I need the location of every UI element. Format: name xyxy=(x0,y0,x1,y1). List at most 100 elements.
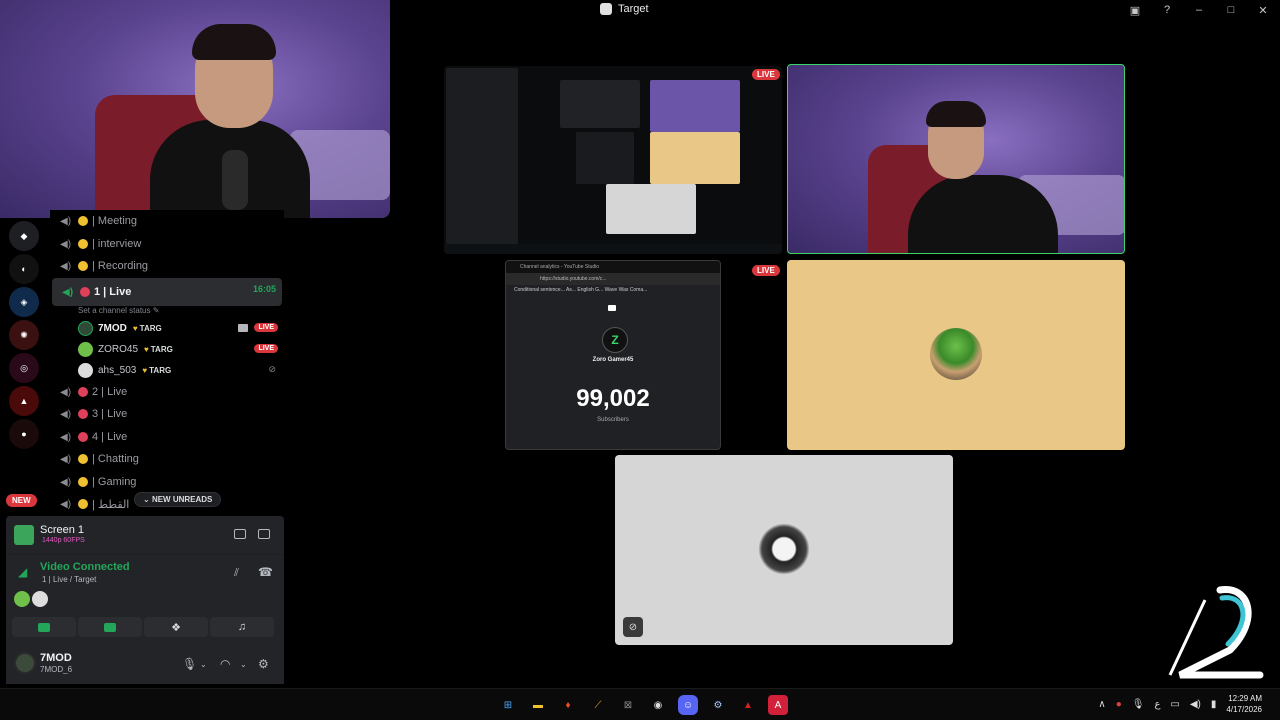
browser-url: https://studio.youtube.com/c... xyxy=(506,273,720,285)
channel-name: | Recording xyxy=(92,260,149,273)
speaker-icon: ◀) xyxy=(60,261,72,273)
server-icon-6[interactable]: ▲ xyxy=(9,386,39,416)
avatar xyxy=(930,328,982,380)
user-display-name[interactable]: 7MOD xyxy=(40,652,72,664)
muted-icon: ⊘ xyxy=(623,617,643,637)
new-unreads-label: NEW UNREADS xyxy=(151,495,213,504)
app-icon-5[interactable]: ⊠ xyxy=(618,695,638,715)
file-explorer-icon[interactable]: ▬ xyxy=(528,695,548,715)
stage-screen-share-tile[interactable] xyxy=(444,66,782,254)
mini-ahs-thumb xyxy=(606,184,696,234)
tray-network-icon[interactable]: ▭ xyxy=(1170,699,1179,710)
voice-channel-recording[interactable]: ◀) | Recording xyxy=(50,255,284,278)
speaker-icon: ◀) xyxy=(60,476,72,488)
server-icon-4[interactable]: ✺ xyxy=(9,320,39,350)
tray-battery-icon[interactable]: ▮ xyxy=(1211,699,1217,710)
speaker-icon: ◀) xyxy=(60,386,72,398)
tray-mic-icon[interactable]: 🎙 xyxy=(1132,699,1145,710)
new-badge[interactable]: NEW xyxy=(6,494,37,507)
app-icon-4[interactable]: ⟋ xyxy=(588,695,608,715)
tray-language[interactable]: ع xyxy=(1154,699,1160,710)
camera-icon xyxy=(238,323,248,332)
voice-member-zoro45[interactable]: ZORO45 TARG LIVE xyxy=(50,339,284,360)
stage-stream-tile[interactable]: Channel analytics - YouTube Studio https… xyxy=(505,260,721,450)
minimize-button[interactable]: – xyxy=(1192,3,1206,17)
server-icon-5[interactable]: ◎ xyxy=(9,353,39,383)
discord-icon[interactable]: ☺ xyxy=(678,695,698,715)
member-tag: TARG xyxy=(144,345,173,354)
voice-channel-3-live[interactable]: ◀) 3 | Live xyxy=(50,403,284,426)
mini-discord-sidebar xyxy=(446,68,518,244)
cast-icon[interactable]: ▣ xyxy=(1128,3,1142,17)
server-list: ◆ ◐ ◈ ✺ ◎ ▲ ● xyxy=(4,218,44,518)
stream-channel-name: Zoro Gamer45 xyxy=(592,357,634,363)
stage-webcam-tile[interactable] xyxy=(787,64,1125,254)
activities-icon: ❖ xyxy=(171,621,181,634)
server-icon-gang[interactable]: ◆ xyxy=(9,221,39,251)
app-icon-6[interactable]: ◉ xyxy=(648,695,668,715)
tray-overflow-icon[interactable]: ∧ xyxy=(1098,699,1105,710)
app-icon-10[interactable]: A xyxy=(768,695,788,715)
voice-channel-2-live[interactable]: ◀) 2 | Live xyxy=(50,381,284,404)
stage-ahs503-tile[interactable]: ⊘ xyxy=(615,455,953,645)
chevron-down-icon[interactable]: ⌄ xyxy=(240,660,247,669)
gear-icon[interactable]: ⚙ xyxy=(258,657,269,671)
channel-name: 3 | Live xyxy=(92,408,128,421)
close-button[interactable]: ✕ xyxy=(1256,3,1270,17)
tray-volume-icon[interactable]: ◀) xyxy=(1190,699,1201,710)
headphones-icon[interactable]: ◠ xyxy=(220,657,230,671)
stop-share-button[interactable] xyxy=(234,529,246,539)
channel-status-setter[interactable]: Set a channel status ✎ xyxy=(50,306,284,318)
pencil-icon: ✎ xyxy=(152,305,160,315)
share-settings-button[interactable] xyxy=(258,529,270,539)
microphone-icon[interactable]: 🎙 xyxy=(182,657,197,671)
voice-channel-4-live[interactable]: ◀) 4 | Live xyxy=(50,426,284,449)
member-name: ZORO45 xyxy=(98,343,139,355)
help-icon[interactable]: ? xyxy=(1160,3,1174,17)
speaker-icon: ◀) xyxy=(60,238,72,250)
member-name: 7MOD xyxy=(98,322,127,334)
voice-channel-1-live[interactable]: ◀) 1 | Live 16:05 xyxy=(52,277,282,306)
stage-zoro45-tile[interactable] xyxy=(787,260,1125,450)
screen-share-button[interactable] xyxy=(78,617,142,637)
voice-member-7mod[interactable]: 7MOD TARG LIVE xyxy=(50,318,284,339)
voice-channel-chatting[interactable]: ◀) | Chatting xyxy=(50,448,284,471)
channel-name: | Meeting xyxy=(92,215,138,228)
disconnect-icon[interactable]: ☎ xyxy=(258,565,273,579)
steam-icon[interactable]: ⚙ xyxy=(708,695,728,715)
browser-bookmarks: Conditional sentence... As... English G.… xyxy=(506,285,720,295)
taskbar-clock[interactable]: 12:29 AM 4/17/2026 xyxy=(1226,693,1262,715)
soundboard-button[interactable]: ♫ xyxy=(210,617,274,637)
voice-channel-interview[interactable]: ◀) | interview xyxy=(50,233,284,256)
signal-icon: ◢ xyxy=(18,565,28,579)
windows-taskbar: ⊞ ▬ ♦ ⟋ ⊠ ◉ ☺ ⚙ ▲ A ∧ ● 🎙 ع ▭ ◀) ▮ 12:29… xyxy=(0,688,1280,720)
channel-name: 4 | Live xyxy=(92,430,128,443)
voice-member-ahs503[interactable]: ahs_503 TARG ⊘ xyxy=(50,360,284,381)
server-icon-2[interactable]: ◐ xyxy=(9,254,39,284)
server-icon-3[interactable]: ◈ xyxy=(9,287,39,317)
noise-suppression-icon[interactable]: ⫽ xyxy=(234,567,239,580)
brave-browser-icon[interactable]: ♦ xyxy=(558,695,578,715)
window-title-group: Target xyxy=(600,3,649,15)
voice-location[interactable]: 1 | Live / Target xyxy=(42,575,96,584)
mini-cam-thumb xyxy=(650,80,740,132)
new-unreads-button[interactable]: ⌄ NEW UNREADS xyxy=(134,492,222,507)
avatar xyxy=(32,591,48,607)
windows-start-icon[interactable]: ⊞ xyxy=(498,695,518,715)
voice-channel-gaming[interactable]: ◀) | Gaming xyxy=(50,471,284,494)
muted-icon: ⊘ xyxy=(268,363,276,374)
activities-button[interactable]: ❖ xyxy=(144,617,208,637)
app-icon-9[interactable]: ▲ xyxy=(738,695,758,715)
channel-logo-icon: Z xyxy=(602,327,628,353)
tray-app-icon[interactable]: ● xyxy=(1116,699,1122,710)
maximize-button[interactable]: □ xyxy=(1224,3,1238,17)
chevron-down-icon[interactable]: ⌄ xyxy=(200,660,207,669)
server-icon-7[interactable]: ● xyxy=(9,419,39,449)
camera-toggle-button[interactable] xyxy=(12,617,76,637)
youtube-icon xyxy=(608,305,616,311)
speaker-icon: ◀) xyxy=(60,454,72,466)
member-tag: TARG xyxy=(142,366,171,375)
voice-channel-meeting[interactable]: ◀) | Meeting xyxy=(50,210,284,233)
avatar xyxy=(78,320,93,336)
avatar[interactable] xyxy=(14,652,36,674)
